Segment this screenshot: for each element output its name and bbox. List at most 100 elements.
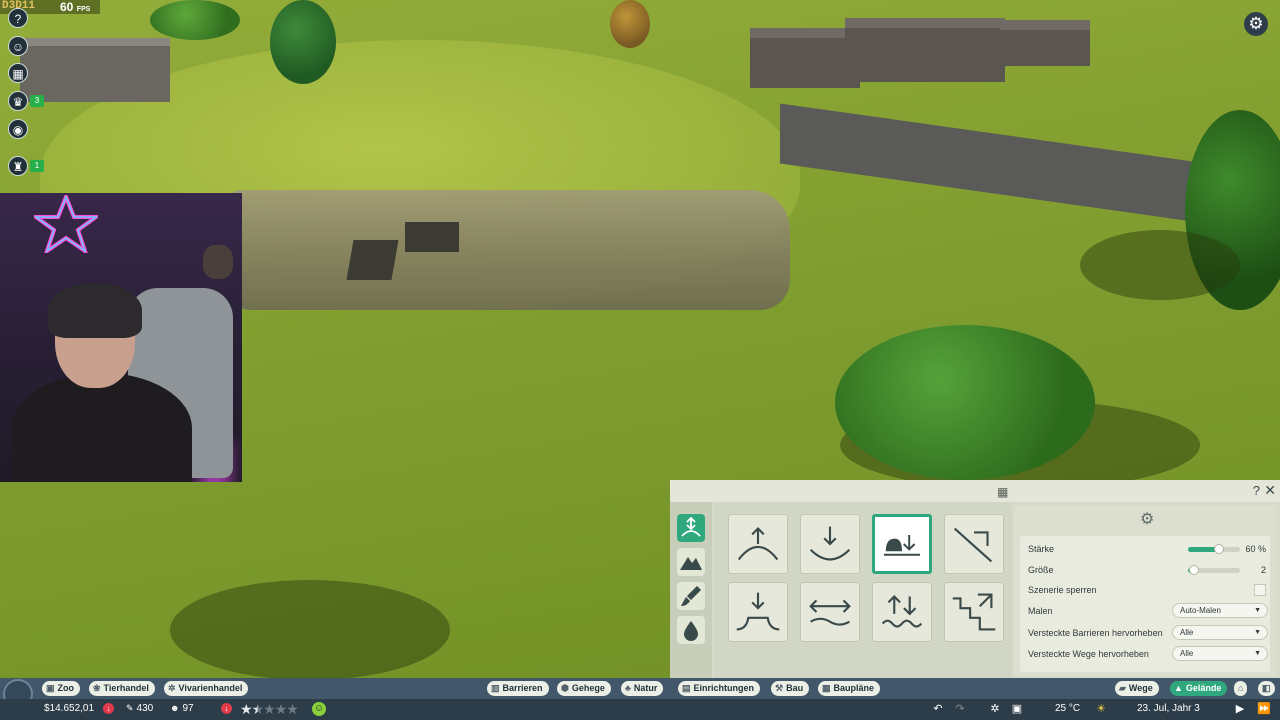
enclosures-button[interactable]: ⬢ Gehege [557,681,611,696]
undo-icon[interactable]: ↶ [930,701,946,717]
cave-opening [346,240,399,280]
trophy-icon[interactable]: ♛ [8,91,28,111]
lock-scenery-label: Szenerie sperren [1028,585,1097,595]
chevron-down-icon: ▼ [1254,607,1261,614]
flatten-terrain-icon [884,535,920,556]
paint-dropdown[interactable]: Auto-Malen ▼ [1172,603,1268,618]
conservation-icon: ✎ [126,703,134,713]
paint-dropdown-value: Auto-Malen [1180,606,1221,615]
grid-icon[interactable]: ▦ [997,485,1008,499]
redo-icon[interactable]: ↷ [952,701,968,717]
lower-terrain-icon [809,526,851,561]
paint-row: Malen Auto-Malen ▼ [1028,602,1268,620]
building [845,18,1005,82]
notification-badge: 3 [30,95,44,107]
tree [610,0,650,48]
overlay-icon: ◧ [1262,683,1271,693]
raise-terrain-icon [737,527,779,561]
help-icon[interactable]: ? [1253,483,1260,498]
fence-icon: ▥ [491,683,500,693]
hidden-barriers-row: Versteckte Barrieren hervorheben Alle ▼ [1028,624,1268,642]
play-icon[interactable]: ▶ [1232,701,1248,717]
shop-icon: ⌂ [1238,683,1244,693]
calendar-icon[interactable]: ▦ [8,63,28,83]
hidden-barriers-dropdown[interactable]: Alle ▼ [1172,625,1268,640]
water-drop-icon [684,621,698,641]
size-value: 2 [1260,565,1266,575]
tool-plateau[interactable] [728,582,788,642]
happiness-icon: ☺ [312,702,326,716]
strength-label: Stärke [1028,544,1055,554]
rating-star-icon: ★ [251,701,265,717]
size-slider[interactable] [1188,565,1240,575]
overlay-button[interactable]: ◧ [1258,681,1275,696]
fast-forward-icon[interactable]: ⏩ [1256,701,1272,717]
settings-gear-icon[interactable]: ⚙ [1244,12,1268,36]
guests-icon[interactable]: ☺ [8,36,28,56]
building [750,28,860,88]
rail-mountain[interactable] [677,548,705,576]
gear-icon[interactable]: ⚙ [1140,509,1154,529]
fps-counter: 60 FPS [60,0,91,14]
rail-water[interactable] [677,616,705,644]
build-button[interactable]: ⚒ Bau [771,681,810,696]
facility-icon: ▤ [682,683,691,693]
photo-icon[interactable]: ▣ [1009,701,1025,717]
blueprints-button[interactable]: ▦ Baupläne [818,681,881,696]
tool-lower[interactable] [800,514,860,574]
size-row: Größe 2 [1028,561,1268,579]
tool-level[interactable] [800,582,860,642]
animal-trade-button[interactable]: ❀ Tierhandel [89,681,155,696]
tool-cliff[interactable] [944,582,1004,642]
shop-button[interactable]: ⌂ [1234,681,1248,696]
hidden-paths-dropdown[interactable]: Alle ▼ [1172,646,1268,661]
view-icon[interactable]: ◉ [8,119,28,139]
help-icon[interactable]: ? [8,8,28,28]
zoo-button[interactable]: ▣ Zoo [42,681,81,696]
rating-star-icon: ★ [240,701,253,717]
paint-label: Malen [1028,606,1053,616]
terrain-tools-grid [714,502,1012,680]
paint-brush-icon [681,586,701,606]
decor-skull [203,245,233,279]
webcam-overlay [0,193,242,482]
rock-cliff [230,190,790,310]
paths-button[interactable]: ▰ Wege [1115,681,1159,696]
tool-raise[interactable] [728,514,788,574]
conservation-display: ✎ 430 [126,703,154,714]
paw-icon: ❀ [93,683,101,693]
facilities-button[interactable]: ▤ Einrichtungen [678,681,761,696]
chevron-down-icon: ▼ [1254,650,1261,657]
roughen-terrain-icon [881,595,923,628]
lock-scenery-checkbox[interactable] [1254,584,1266,596]
panel-header[interactable]: ▦ ? ✕ [670,480,1280,502]
strength-slider-knob[interactable] [1214,544,1225,554]
rating-star-icon: ★ [263,701,276,717]
streamer-hair [48,283,142,338]
chess-piece-icon[interactable]: ♜ [8,156,28,176]
tree [270,0,336,84]
notification-badge: 1 [30,160,44,172]
vivarium-trade-button[interactable]: ✲ Vivarienhandel [164,681,249,696]
strength-slider[interactable] [1188,544,1240,554]
tool-smooth[interactable] [944,514,1004,574]
close-icon[interactable]: ✕ [1264,482,1276,499]
strength-value: 60 % [1245,544,1266,554]
rail-paint[interactable] [677,582,705,610]
rail-terrain-height[interactable] [677,514,705,542]
lizard-icon: ✲ [168,683,176,693]
terrain-mountain-icon: ▲ [1174,683,1183,693]
money-display: $14.652,01 [44,703,95,714]
terrain-button[interactable]: ▲ Gelände [1170,681,1228,696]
camera-icon[interactable]: ✲ [987,701,1003,717]
tool-roughen[interactable] [872,582,932,642]
cliff-step-icon [952,593,996,631]
size-slider-knob[interactable] [1189,565,1200,575]
tool-flatten[interactable] [872,514,932,574]
plateau-terrain-icon [736,592,780,631]
date-display: 23. Jul, Jahr 3 [1137,703,1200,714]
nature-button[interactable]: ♣ Natur [621,681,664,696]
barriers-button[interactable]: ▥ Barrieren [487,681,549,696]
zoo-icon: ▣ [46,683,55,693]
hidden-paths-label: Versteckte Wege hervorheben [1028,649,1149,659]
